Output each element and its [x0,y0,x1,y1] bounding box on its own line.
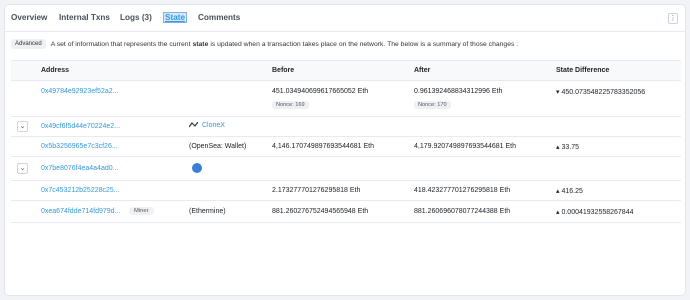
table-row: 0x7c453212b25228c25... 2.173277701276295… [11,181,681,201]
tab-bar: Overview Internal Txns Logs (3) State Co… [5,5,685,32]
tab-state[interactable]: State [163,12,188,23]
address-label: (Ethermine) [189,208,226,215]
miner-badge: Miner [129,207,154,215]
state-difference: ▾ 450.073548225783352056 [556,89,646,96]
chevron-down-icon[interactable]: ⌄ [17,121,28,132]
table-row: 0xea674fdde714fd979d... Miner (Ethermine… [11,201,681,223]
table-row: 0x49784e92923ef52a2... 451.0349406996176… [11,81,681,117]
table-row: ⌄ 0x7be8076f4ea4a4ad0... [11,157,681,181]
table-row: 0x5b3256965e7c3cf26... (OpenSea: Wallet)… [11,137,681,157]
tab-overview[interactable]: Overview [11,13,47,22]
description-prefix: A set of information that represents the… [50,40,191,48]
before-balance: 451.034940699617665052 Eth [272,88,369,95]
state-difference: ▴ 0.00041932558267844 [556,209,634,216]
address-label: (OpenSea: Wallet) [189,143,247,150]
state-difference: ▴ 416.25 [556,188,583,195]
column-before: Before [272,67,295,74]
table-row: ⌄ 0x49cf6f5d44e70224e2... CloneX [11,117,681,137]
after-balance: 4,179.920749897693544681 Eth [414,143,516,150]
address-link[interactable]: 0x7c453212b25228c25... [41,187,120,194]
transaction-details-card: Overview Internal Txns Logs (3) State Co… [4,4,686,296]
more-options-icon[interactable]: ⋮ [668,13,678,24]
state-difference: ▴ 33.75 [556,144,579,151]
before-balance: 2.173277701276295818 Eth [272,187,361,194]
address-link[interactable]: 0x5b3256965e7c3cf26... [41,143,118,150]
table-header: Address Before After State Difference [11,60,681,81]
address-link[interactable]: 0xea674fdde714fd979d... [41,208,120,215]
after-nonce: Nonce: 170 [414,101,451,109]
address-link[interactable]: 0x7be8076f4ea4a4ad0... [41,165,118,172]
column-after: After [414,67,431,74]
tab-internal-txns[interactable]: Internal Txns [59,13,110,22]
column-address: Address [41,67,70,74]
before-balance: 4,146.170749897693544681 Eth [272,143,374,150]
description-suffix: is updated when a transaction takes plac… [210,40,519,48]
before-nonce: Nonce: 169 [272,101,309,109]
tab-comments[interactable]: Comments [198,13,240,22]
after-balance: 881.260696078077244388 Eth [414,208,511,215]
state-description: Advanced A set of information that repre… [11,38,518,50]
advanced-badge[interactable]: Advanced [11,39,46,49]
token-tag-label: CloneX [202,122,225,129]
address-link[interactable]: 0x49784e92923ef52a2... [41,88,118,95]
clonex-logo-icon [189,122,198,128]
after-balance: 418.423277701276295818 Eth [414,187,511,194]
chevron-down-icon[interactable]: ⌄ [17,163,28,174]
before-balance: 881.260276752494565948 Eth [272,208,369,215]
opensea-logo-icon[interactable] [192,163,202,173]
token-tag[interactable]: CloneX [189,122,225,129]
after-balance: 0.961392468834312996 Eth [414,88,503,95]
address-link[interactable]: 0x49cf6f5d44e70224e2... [41,123,120,130]
column-state-difference: State Difference [556,67,610,74]
tab-logs[interactable]: Logs (3) [120,13,152,22]
description-bold: state [192,40,209,48]
